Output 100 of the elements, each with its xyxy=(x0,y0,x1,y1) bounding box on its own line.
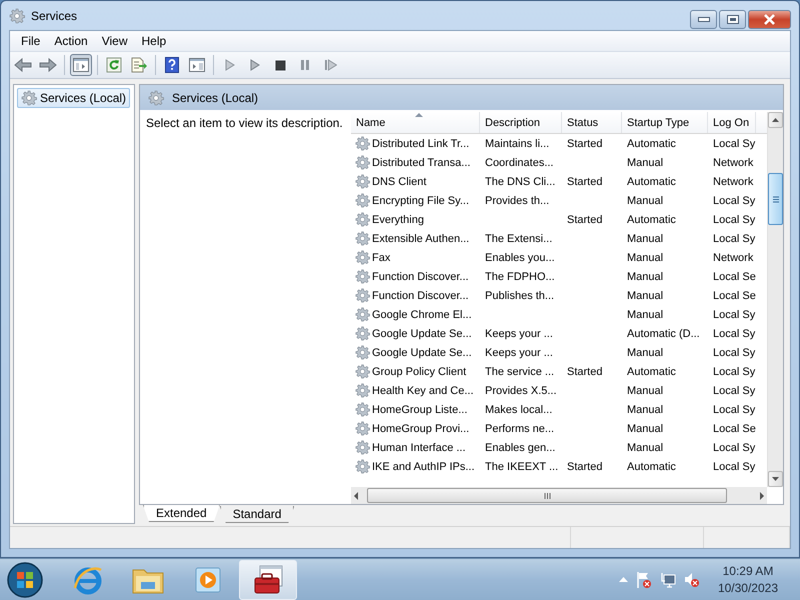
table-cell: Health Key and Ce... xyxy=(372,384,474,396)
table-cell: HomeGroup Liste... xyxy=(372,404,468,416)
gear-icon xyxy=(355,155,370,170)
table-cell: Google Chrome El... xyxy=(372,308,472,320)
gear-icon xyxy=(355,326,370,341)
column-header[interactable]: Name xyxy=(351,112,480,133)
table-cell-text: Publishes th... xyxy=(484,290,556,302)
service-row[interactable]: Google Update Se... Keeps your ... Manual Local Sy xyxy=(351,343,767,362)
table-cell: Extensible Authen... xyxy=(372,232,470,244)
table-cell-text: Manual xyxy=(626,442,664,454)
column-header[interactable]: Status xyxy=(562,112,622,133)
gear-icon xyxy=(355,440,370,455)
table-cell-text: Started xyxy=(566,138,604,150)
table-cell-text: Local Sy xyxy=(712,232,756,244)
table-cell-text: Manual xyxy=(626,290,664,302)
menu-item[interactable]: File xyxy=(14,34,48,48)
service-row[interactable]: Fax Enables you... Manual Network xyxy=(351,248,767,267)
column-header[interactable]: Description xyxy=(480,112,562,133)
horizontal-scrollbar[interactable] xyxy=(351,487,767,504)
flag-error-icon[interactable] xyxy=(636,570,652,588)
scroll-down-icon[interactable] xyxy=(772,477,779,481)
sort-arrow-icon xyxy=(415,112,423,117)
menu-item[interactable]: View xyxy=(94,34,134,48)
service-row[interactable]: HomeGroup Provi... Performs ne... Manual Local Se xyxy=(351,419,767,438)
service-row[interactable]: HomeGroup Liste... Makes local... Manual Local Sy xyxy=(351,400,767,419)
grip-icon[interactable] xyxy=(772,196,778,202)
gear-icon xyxy=(355,193,370,208)
menu-item[interactable]: Action xyxy=(47,34,95,48)
table-cell-text: The Extensi... xyxy=(484,232,554,244)
table-cell: Function Discover... xyxy=(372,290,469,302)
table-cell-text: Local Se xyxy=(712,422,756,434)
service-row[interactable]: Function Discover... Publishes th... Manual Local Se xyxy=(351,286,767,305)
service-row[interactable]: Human Interface ... Enables gen... Manual Local Sy xyxy=(351,438,767,457)
service-row[interactable]: Distributed Link Tr... Maintains li... Started Automatic Local Sy xyxy=(351,134,767,153)
gear-icon xyxy=(355,231,370,246)
gear-icon xyxy=(355,136,370,151)
table-cell-text: Manual xyxy=(626,308,664,320)
close-button[interactable] xyxy=(748,10,791,29)
tree-item[interactable]: Services (Local) xyxy=(17,88,130,108)
table-cell: IKE and AuthIP IPs... xyxy=(372,460,475,472)
table-cell: Everything xyxy=(372,214,424,226)
scroll-right-icon[interactable] xyxy=(757,492,767,500)
toolbox-icon[interactable] xyxy=(239,560,297,600)
service-row[interactable]: DNS Client The DNS Cli... Started Automatic Network xyxy=(351,172,767,191)
table-cell-text: Manual xyxy=(626,346,664,358)
menu-item[interactable]: Help xyxy=(134,34,174,48)
clock-time[interactable]: 10:29 AM xyxy=(722,562,774,580)
table-cell-text: Network xyxy=(712,156,754,168)
service-row[interactable]: Encrypting File Sy... Provides th... Manual Local Sy xyxy=(351,191,767,210)
table-cell-text: The FDPHO... xyxy=(484,270,556,282)
service-row[interactable]: Everything Started Automatic Local Sy xyxy=(351,210,767,229)
table-cell-text: The IKEEXT ... xyxy=(484,460,560,472)
scroll-up-icon[interactable] xyxy=(772,118,779,122)
table-cell-text: Local Sy xyxy=(712,346,756,358)
table-cell-text: Manual xyxy=(626,252,664,264)
table-cell: Encrypting File Sy... xyxy=(372,194,469,206)
column-header[interactable]: Log On xyxy=(708,112,756,133)
table-cell: Google Update Se... xyxy=(372,346,472,358)
service-row[interactable]: Function Discover... The FDPHO... Manual Local Se xyxy=(351,267,767,286)
service-row[interactable]: Group Policy Client The service ... Started Automatic Local Sy xyxy=(351,362,767,381)
view-tab[interactable]: Extended xyxy=(143,505,220,522)
minimize-icon xyxy=(698,17,710,22)
gear-icon xyxy=(355,345,370,360)
table-cell-text: Manual xyxy=(626,270,664,282)
view-tab[interactable]: Standard xyxy=(220,506,294,523)
service-row[interactable]: Extensible Authen... The Extensi... Manual Local Sy xyxy=(351,229,767,248)
table-cell-text: Started xyxy=(566,366,604,378)
gear-icon xyxy=(355,174,370,189)
gear-icon xyxy=(355,250,370,265)
service-row[interactable]: Google Chrome El... Manual Local Sy xyxy=(351,305,767,324)
service-row[interactable]: Health Key and Ce... Provides X.5... Manual Local Sy xyxy=(351,381,767,400)
table-cell-text: Enables gen... xyxy=(484,442,556,454)
speaker-muted-icon[interactable] xyxy=(684,570,700,588)
table-cell-text: Automatic xyxy=(626,214,677,226)
table-cell-text: Started xyxy=(566,460,604,472)
table-cell-text: Enables you... xyxy=(484,252,556,264)
services-icon xyxy=(9,8,25,24)
minimize-button[interactable] xyxy=(690,10,717,29)
panel-window-icon[interactable] xyxy=(70,54,92,76)
gear-icon xyxy=(148,90,164,106)
table-cell: Group Policy Client xyxy=(372,366,466,378)
network-monitor-icon[interactable] xyxy=(660,572,676,588)
gear-icon xyxy=(355,459,370,474)
service-row[interactable]: Distributed Transa... Coordinates... Manual Network xyxy=(351,153,767,172)
maximize-button[interactable] xyxy=(719,10,746,29)
service-row[interactable]: Google Update Se... Keeps your ... Automatic (D... Local Sy xyxy=(351,324,767,343)
service-row[interactable]: IKE and AuthIP IPs... The IKEEXT ... Started Automatic Local Sy xyxy=(351,457,767,476)
clock-date[interactable]: 10/30/2023 xyxy=(718,580,778,596)
gear-icon xyxy=(21,90,37,106)
table-cell-text: Provides X.5... xyxy=(484,384,558,396)
maximize-icon xyxy=(726,15,738,24)
table-cell-text: Local Sy xyxy=(712,384,756,396)
table-cell-text: Keeps your ... xyxy=(484,328,554,340)
table-cell-text: Local Sy xyxy=(712,404,756,416)
table-cell-text: Automatic xyxy=(626,176,677,188)
vertical-scrollbar[interactable] xyxy=(767,112,783,487)
gear-icon xyxy=(355,421,370,436)
column-header[interactable]: Startup Type xyxy=(622,112,708,133)
table-cell: HomeGroup Provi... xyxy=(372,422,470,434)
grip-icon[interactable] xyxy=(544,492,550,498)
